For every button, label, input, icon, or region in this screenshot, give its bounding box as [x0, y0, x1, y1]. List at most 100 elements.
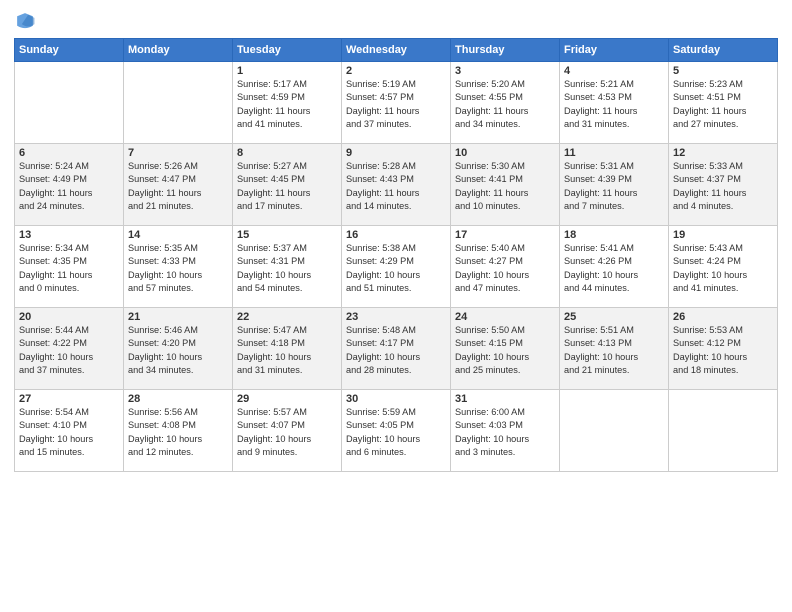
day-info: Sunrise: 5:34 AM Sunset: 4:35 PM Dayligh… [19, 242, 119, 295]
day-info: Sunrise: 5:21 AM Sunset: 4:53 PM Dayligh… [564, 78, 664, 131]
day-info: Sunrise: 5:50 AM Sunset: 4:15 PM Dayligh… [455, 324, 555, 377]
calendar-week-row: 1Sunrise: 5:17 AM Sunset: 4:59 PM Daylig… [15, 62, 778, 144]
day-number: 30 [346, 393, 446, 405]
calendar-cell: 29Sunrise: 5:57 AM Sunset: 4:07 PM Dayli… [233, 390, 342, 472]
day-number: 5 [673, 65, 773, 77]
day-number: 17 [455, 229, 555, 241]
weekday-header-monday: Monday [124, 39, 233, 62]
day-info: Sunrise: 5:56 AM Sunset: 4:08 PM Dayligh… [128, 406, 228, 459]
day-info: Sunrise: 5:31 AM Sunset: 4:39 PM Dayligh… [564, 160, 664, 213]
day-number: 6 [19, 147, 119, 159]
calendar-cell: 26Sunrise: 5:53 AM Sunset: 4:12 PM Dayli… [669, 308, 778, 390]
day-info: Sunrise: 5:41 AM Sunset: 4:26 PM Dayligh… [564, 242, 664, 295]
calendar-cell: 22Sunrise: 5:47 AM Sunset: 4:18 PM Dayli… [233, 308, 342, 390]
day-number: 16 [346, 229, 446, 241]
day-number: 19 [673, 229, 773, 241]
day-info: Sunrise: 5:40 AM Sunset: 4:27 PM Dayligh… [455, 242, 555, 295]
day-info: Sunrise: 5:28 AM Sunset: 4:43 PM Dayligh… [346, 160, 446, 213]
day-number: 25 [564, 311, 664, 323]
calendar-cell: 23Sunrise: 5:48 AM Sunset: 4:17 PM Dayli… [342, 308, 451, 390]
day-info: Sunrise: 5:19 AM Sunset: 4:57 PM Dayligh… [346, 78, 446, 131]
day-number: 20 [19, 311, 119, 323]
day-number: 14 [128, 229, 228, 241]
day-number: 28 [128, 393, 228, 405]
weekday-header-thursday: Thursday [451, 39, 560, 62]
day-number: 18 [564, 229, 664, 241]
weekday-header-sunday: Sunday [15, 39, 124, 62]
calendar-week-row: 27Sunrise: 5:54 AM Sunset: 4:10 PM Dayli… [15, 390, 778, 472]
calendar-cell: 11Sunrise: 5:31 AM Sunset: 4:39 PM Dayli… [560, 144, 669, 226]
calendar-cell: 7Sunrise: 5:26 AM Sunset: 4:47 PM Daylig… [124, 144, 233, 226]
calendar-cell: 1Sunrise: 5:17 AM Sunset: 4:59 PM Daylig… [233, 62, 342, 144]
calendar-cell: 15Sunrise: 5:37 AM Sunset: 4:31 PM Dayli… [233, 226, 342, 308]
day-number: 10 [455, 147, 555, 159]
day-number: 4 [564, 65, 664, 77]
calendar-cell: 5Sunrise: 5:23 AM Sunset: 4:51 PM Daylig… [669, 62, 778, 144]
day-number: 13 [19, 229, 119, 241]
day-info: Sunrise: 5:35 AM Sunset: 4:33 PM Dayligh… [128, 242, 228, 295]
day-info: Sunrise: 5:33 AM Sunset: 4:37 PM Dayligh… [673, 160, 773, 213]
calendar-cell: 8Sunrise: 5:27 AM Sunset: 4:45 PM Daylig… [233, 144, 342, 226]
calendar-cell: 12Sunrise: 5:33 AM Sunset: 4:37 PM Dayli… [669, 144, 778, 226]
calendar-cell: 16Sunrise: 5:38 AM Sunset: 4:29 PM Dayli… [342, 226, 451, 308]
calendar-cell: 4Sunrise: 5:21 AM Sunset: 4:53 PM Daylig… [560, 62, 669, 144]
calendar-cell: 28Sunrise: 5:56 AM Sunset: 4:08 PM Dayli… [124, 390, 233, 472]
day-info: Sunrise: 5:26 AM Sunset: 4:47 PM Dayligh… [128, 160, 228, 213]
calendar-week-row: 6Sunrise: 5:24 AM Sunset: 4:49 PM Daylig… [15, 144, 778, 226]
weekday-header-wednesday: Wednesday [342, 39, 451, 62]
day-number: 31 [455, 393, 555, 405]
calendar-week-row: 20Sunrise: 5:44 AM Sunset: 4:22 PM Dayli… [15, 308, 778, 390]
calendar-cell: 6Sunrise: 5:24 AM Sunset: 4:49 PM Daylig… [15, 144, 124, 226]
weekday-header-saturday: Saturday [669, 39, 778, 62]
day-info: Sunrise: 5:37 AM Sunset: 4:31 PM Dayligh… [237, 242, 337, 295]
day-info: Sunrise: 5:46 AM Sunset: 4:20 PM Dayligh… [128, 324, 228, 377]
day-info: Sunrise: 5:54 AM Sunset: 4:10 PM Dayligh… [19, 406, 119, 459]
calendar-cell: 9Sunrise: 5:28 AM Sunset: 4:43 PM Daylig… [342, 144, 451, 226]
calendar-cell: 19Sunrise: 5:43 AM Sunset: 4:24 PM Dayli… [669, 226, 778, 308]
calendar-cell: 17Sunrise: 5:40 AM Sunset: 4:27 PM Dayli… [451, 226, 560, 308]
calendar-cell: 10Sunrise: 5:30 AM Sunset: 4:41 PM Dayli… [451, 144, 560, 226]
day-number: 2 [346, 65, 446, 77]
day-info: Sunrise: 6:00 AM Sunset: 4:03 PM Dayligh… [455, 406, 555, 459]
day-number: 8 [237, 147, 337, 159]
page-header [14, 10, 778, 32]
day-info: Sunrise: 5:47 AM Sunset: 4:18 PM Dayligh… [237, 324, 337, 377]
weekday-header-friday: Friday [560, 39, 669, 62]
day-info: Sunrise: 5:20 AM Sunset: 4:55 PM Dayligh… [455, 78, 555, 131]
day-info: Sunrise: 5:48 AM Sunset: 4:17 PM Dayligh… [346, 324, 446, 377]
day-number: 29 [237, 393, 337, 405]
calendar-cell: 21Sunrise: 5:46 AM Sunset: 4:20 PM Dayli… [124, 308, 233, 390]
day-number: 1 [237, 65, 337, 77]
day-number: 12 [673, 147, 773, 159]
day-number: 3 [455, 65, 555, 77]
day-number: 9 [346, 147, 446, 159]
calendar-cell [669, 390, 778, 472]
day-info: Sunrise: 5:27 AM Sunset: 4:45 PM Dayligh… [237, 160, 337, 213]
calendar-cell: 13Sunrise: 5:34 AM Sunset: 4:35 PM Dayli… [15, 226, 124, 308]
day-number: 7 [128, 147, 228, 159]
day-info: Sunrise: 5:30 AM Sunset: 4:41 PM Dayligh… [455, 160, 555, 213]
calendar-week-row: 13Sunrise: 5:34 AM Sunset: 4:35 PM Dayli… [15, 226, 778, 308]
calendar-cell: 3Sunrise: 5:20 AM Sunset: 4:55 PM Daylig… [451, 62, 560, 144]
weekday-header-row: SundayMondayTuesdayWednesdayThursdayFrid… [15, 39, 778, 62]
day-info: Sunrise: 5:17 AM Sunset: 4:59 PM Dayligh… [237, 78, 337, 131]
day-info: Sunrise: 5:24 AM Sunset: 4:49 PM Dayligh… [19, 160, 119, 213]
day-info: Sunrise: 5:38 AM Sunset: 4:29 PM Dayligh… [346, 242, 446, 295]
calendar-cell: 14Sunrise: 5:35 AM Sunset: 4:33 PM Dayli… [124, 226, 233, 308]
day-info: Sunrise: 5:44 AM Sunset: 4:22 PM Dayligh… [19, 324, 119, 377]
day-number: 15 [237, 229, 337, 241]
day-number: 27 [19, 393, 119, 405]
calendar-cell: 25Sunrise: 5:51 AM Sunset: 4:13 PM Dayli… [560, 308, 669, 390]
day-info: Sunrise: 5:43 AM Sunset: 4:24 PM Dayligh… [673, 242, 773, 295]
day-number: 11 [564, 147, 664, 159]
day-number: 23 [346, 311, 446, 323]
calendar-cell: 18Sunrise: 5:41 AM Sunset: 4:26 PM Dayli… [560, 226, 669, 308]
day-info: Sunrise: 5:23 AM Sunset: 4:51 PM Dayligh… [673, 78, 773, 131]
logo-icon [14, 10, 36, 32]
day-info: Sunrise: 5:53 AM Sunset: 4:12 PM Dayligh… [673, 324, 773, 377]
calendar-cell: 20Sunrise: 5:44 AM Sunset: 4:22 PM Dayli… [15, 308, 124, 390]
day-number: 21 [128, 311, 228, 323]
calendar-cell [15, 62, 124, 144]
calendar-cell: 24Sunrise: 5:50 AM Sunset: 4:15 PM Dayli… [451, 308, 560, 390]
calendar-cell [124, 62, 233, 144]
